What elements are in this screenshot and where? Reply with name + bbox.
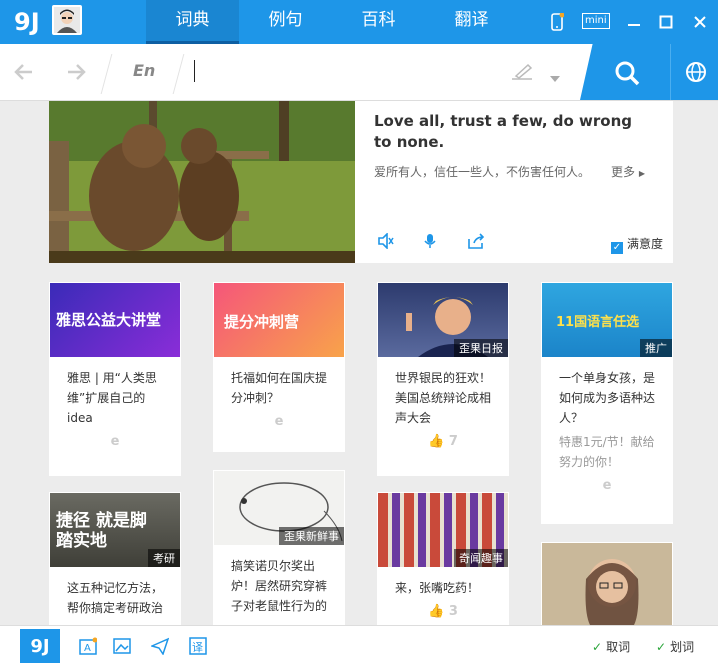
- daily-sentence-card: Love all, trust a few, do wrong to none.…: [49, 101, 673, 263]
- chevron-right-icon: ▶: [638, 169, 645, 178]
- more-label[interactable]: 更多: [611, 165, 635, 179]
- card-footer-icon: e: [110, 434, 120, 449]
- card-image: 雅思公益大讲堂: [50, 283, 180, 357]
- tab-encyclopedia[interactable]: 百科: [332, 0, 425, 44]
- card-subtitle: 特惠1元/节！献给努力的你！: [559, 435, 655, 469]
- mini-mode-button[interactable]: mini: [582, 13, 610, 29]
- app-logo[interactable]: 9J: [14, 7, 46, 37]
- back-arrow-icon[interactable]: [14, 62, 34, 86]
- speaker-icon[interactable]: [377, 232, 395, 253]
- more-link[interactable]: 更多 ▶: [611, 163, 645, 180]
- article-card[interactable]: 雅思公益大讲堂 雅思 | 用“人类思维”扩展自己的idea e: [49, 282, 181, 476]
- check-icon: ✓: [592, 640, 603, 654]
- select-word-label: 划词: [670, 640, 695, 654]
- card-image-text: 11国语言任选: [556, 315, 640, 330]
- user-avatar[interactable]: [52, 5, 82, 35]
- card-image-text: 雅思公益大讲堂: [56, 311, 162, 329]
- maximize-icon[interactable]: [656, 0, 676, 44]
- card-tag: 考研: [148, 549, 180, 567]
- tab-sentences[interactable]: 例句: [239, 0, 332, 44]
- article-card[interactable]: 奇闻趣事 来，张嘴吃药！ 👍 3: [377, 492, 509, 625]
- daily-chinese-translation: 爱所有人，信任一些人，不伤害任何人。: [374, 165, 591, 179]
- like-count-value: 3: [448, 604, 458, 619]
- microphone-icon[interactable]: [423, 233, 437, 253]
- check-icon: ✓: [656, 640, 667, 654]
- search-button[interactable]: [580, 44, 670, 100]
- card-image-text: 捷径 就是脚踏实地: [56, 511, 147, 551]
- main-tabs: 词典 例句 百科 翻译: [146, 0, 518, 44]
- screen-word-toggle[interactable]: ✓ 取词: [592, 638, 630, 655]
- card-title[interactable]: 搞笑诺贝尔奖出炉！居然研究穿裤子对老鼠性行为的: [213, 546, 345, 616]
- home-logo-icon[interactable]: 9J: [20, 629, 60, 663]
- card-image: 捷径 就是脚踏实地 考研: [50, 493, 180, 567]
- image-translate-icon[interactable]: [108, 632, 136, 660]
- svg-text:A: A: [84, 643, 91, 654]
- mobile-icon[interactable]: [546, 0, 568, 44]
- article-card[interactable]: 歪果新鲜事 搞笑诺贝尔奖出炉！居然研究穿裤子对老鼠性行为的: [213, 470, 345, 625]
- daily-english-sentence[interactable]: Love all, trust a few, do wrong to none.: [374, 111, 654, 153]
- article-card[interactable]: 歪果日报 世界银民的狂欢！美国总统辩论成相声大会 👍 7: [377, 282, 509, 476]
- word-card-icon[interactable]: A: [74, 632, 102, 660]
- card-image: 奇闻趣事: [378, 493, 508, 567]
- send-icon[interactable]: [146, 632, 174, 660]
- close-icon[interactable]: [690, 0, 710, 44]
- separator: [172, 54, 185, 94]
- card-footer-icon: e: [602, 478, 612, 493]
- globe-icon: [686, 62, 706, 82]
- thumbs-up-icon[interactable]: 👍: [428, 604, 444, 619]
- search-icon: [615, 61, 640, 86]
- card-title[interactable]: 世界银民的狂欢！美国总统辩论成相声大会: [377, 358, 509, 428]
- separator: [100, 54, 113, 94]
- chevron-down-icon[interactable]: [550, 68, 560, 87]
- like-count: 👍 7: [377, 428, 509, 449]
- card-title[interactable]: 雅思 | 用“人类思维”扩展自己的idea: [49, 358, 181, 428]
- card-image: 歪果日报: [378, 283, 508, 357]
- card-image: 歪果新鲜事: [214, 471, 344, 545]
- forward-arrow-icon[interactable]: [66, 62, 86, 86]
- card-image: 11国语言任选 推广: [542, 283, 672, 357]
- article-card[interactable]: [541, 542, 673, 625]
- globe-button[interactable]: [670, 44, 718, 100]
- article-card[interactable]: 提分冲刺营 托福如何在国庆提分冲刺？ e: [213, 282, 345, 452]
- card-tag: 推广: [640, 339, 672, 357]
- card-title[interactable]: 这五种记忆方法，帮你搞定考研政治: [49, 568, 181, 618]
- thumbs-up-icon[interactable]: 👍: [428, 434, 444, 449]
- bottom-toolbar: 9J A 译 ✓ 取词 ✓ 划词: [0, 625, 718, 665]
- translate-icon[interactable]: 译: [184, 632, 212, 660]
- card-title[interactable]: 托福如何在国庆提分冲刺？: [213, 358, 345, 408]
- card-title[interactable]: 来，张嘴吃药！: [377, 568, 509, 598]
- daily-image: [49, 101, 355, 263]
- card-image: 提分冲刺营: [214, 283, 344, 357]
- select-word-toggle[interactable]: ✓ 划词: [656, 638, 694, 655]
- minimize-icon[interactable]: [624, 0, 644, 44]
- card-tag: 歪果新鲜事: [279, 527, 344, 545]
- card-tag: 歪果日报: [454, 339, 508, 357]
- title-bar: 9J 词典 例句 百科 翻译 mini: [0, 0, 718, 44]
- article-card[interactable]: 11国语言任选 推广 一个单身女孩，是如何成为多语种达人？ 特惠1元/节！献给努…: [541, 282, 673, 524]
- card-image: [542, 543, 672, 625]
- card-tag: 奇闻趣事: [454, 549, 508, 567]
- card-title[interactable]: 一个单身女孩，是如何成为多语种达人？: [541, 358, 673, 428]
- screen-word-label: 取词: [606, 640, 631, 654]
- satisfaction-checkbox[interactable]: ✓ 满意度: [611, 235, 663, 254]
- handwriting-icon[interactable]: [510, 62, 534, 86]
- like-count: 👍 3: [377, 598, 509, 619]
- tab-dictionary[interactable]: 词典: [146, 0, 239, 44]
- card-footer-icon: e: [274, 414, 284, 429]
- card-image-text: 提分冲刺营: [224, 313, 300, 331]
- article-card[interactable]: 捷径 就是脚踏实地 考研 这五种记忆方法，帮你搞定考研政治: [49, 492, 181, 625]
- checkbox-icon[interactable]: ✓: [611, 242, 623, 254]
- search-input[interactable]: [194, 60, 195, 82]
- language-selector[interactable]: En: [133, 61, 155, 80]
- like-count-value: 7: [448, 434, 458, 449]
- tab-translate[interactable]: 翻译: [425, 0, 518, 44]
- svg-text:译: 译: [192, 641, 203, 654]
- share-icon[interactable]: [467, 233, 485, 253]
- satisfaction-label: 满意度: [627, 237, 664, 251]
